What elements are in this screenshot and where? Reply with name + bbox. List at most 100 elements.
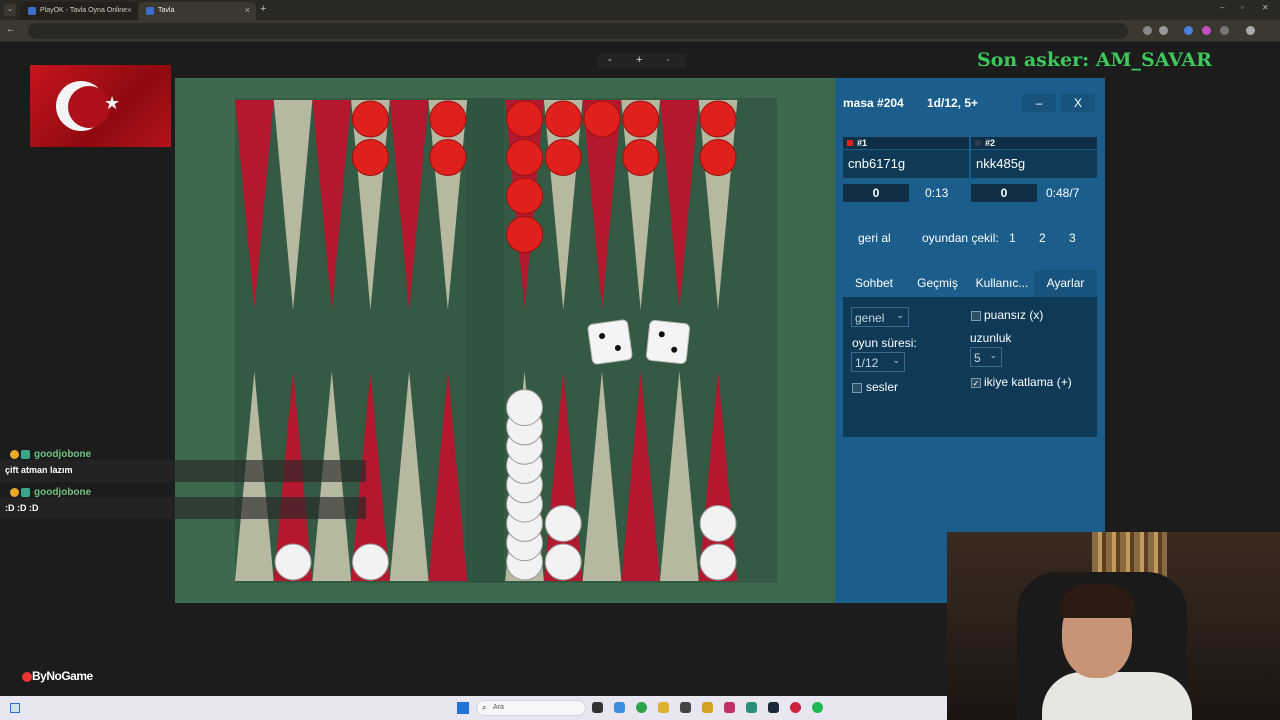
player2-seat: #2 (971, 137, 1097, 149)
taskbar-search[interactable]: ⌕ Ara (476, 700, 586, 716)
die-face (587, 319, 633, 365)
close-table-button[interactable]: X (1061, 94, 1095, 112)
red-checker[interactable] (429, 100, 467, 138)
steam-icon[interactable] (768, 702, 779, 713)
undo-button[interactable]: geri al (858, 231, 891, 245)
red-checker[interactable] (544, 139, 582, 176)
doubling-checkbox[interactable]: ✓ (971, 378, 981, 388)
white-checker[interactable] (699, 543, 737, 581)
sounds-label: sesler (866, 380, 899, 394)
windows-taskbar (0, 696, 947, 720)
red-checker[interactable] (506, 100, 544, 138)
resign-label: oyundan çekil: (922, 231, 999, 245)
die[interactable] (646, 320, 690, 364)
player1-score: 0 (843, 184, 909, 202)
windows-start-icon[interactable] (457, 702, 469, 714)
board-point-top[interactable] (273, 100, 313, 310)
red-checker[interactable] (506, 216, 544, 253)
taskbar-app-icon[interactable] (746, 702, 757, 713)
taskbar-app-icon[interactable] (702, 702, 713, 713)
task-view-icon[interactable] (10, 703, 20, 713)
white-checker[interactable] (506, 389, 544, 427)
tab-sohbet[interactable]: Sohbet (843, 270, 905, 297)
pointless-checkbox[interactable] (971, 311, 981, 321)
badge-icon (21, 488, 30, 497)
red-checker[interactable] (583, 100, 621, 138)
board-point-bottom[interactable] (428, 371, 468, 581)
red-checker[interactable] (699, 139, 737, 176)
game-time-label: oyun süresi: (852, 336, 917, 350)
badge-icon (21, 450, 30, 459)
badge-icon (10, 488, 19, 497)
room-select[interactable]: genel ⌄ (851, 307, 909, 327)
white-color-indicator-icon (975, 140, 981, 146)
file-explorer-icon[interactable] (658, 702, 669, 713)
red-checker[interactable] (622, 100, 660, 138)
white-checker[interactable] (699, 505, 737, 542)
chat-message: çift atman lazım (5, 465, 73, 475)
board-point-top[interactable] (235, 100, 274, 310)
resign-1-button[interactable]: 1 (1009, 231, 1016, 245)
player1-name[interactable]: cnb6171g (843, 150, 969, 178)
chevron-down-icon: ⌄ (896, 310, 904, 320)
red-checker[interactable] (351, 100, 389, 138)
red-color-indicator-icon (847, 140, 853, 146)
pointless-label: puansız (x) (984, 308, 1044, 322)
player2-name[interactable]: nkk485g (971, 150, 1097, 178)
chrome-icon[interactable] (636, 702, 647, 713)
taskbar-app-icon[interactable] (680, 702, 691, 713)
taskbar-app-icon[interactable] (614, 702, 625, 713)
webcam-feed (947, 532, 1280, 720)
red-checker[interactable] (622, 139, 660, 176)
chevron-down-icon: ⌄ (989, 350, 997, 360)
player2-timer: 0:48/7 (1046, 186, 1080, 200)
board-point-bottom[interactable] (621, 371, 660, 581)
player2-score: 0 (971, 184, 1037, 202)
chat-username: goodjobone (10, 449, 91, 460)
white-checker[interactable] (544, 543, 582, 581)
board-point-top[interactable] (312, 100, 352, 310)
length-label: uzunluk (970, 331, 1012, 345)
chat-message: :D :D :D (5, 503, 39, 513)
white-checker[interactable] (544, 505, 582, 542)
taskbar-app-icon[interactable] (592, 702, 603, 713)
doubling-label: ikiye katlama (+) (984, 375, 1072, 389)
sounds-checkbox[interactable] (852, 383, 862, 393)
chat-username: goodjobone (10, 487, 91, 498)
game-time-select[interactable]: 1/12 ⌄ (851, 352, 905, 372)
spotify-icon[interactable] (812, 702, 823, 713)
red-checker[interactable] (506, 139, 544, 176)
red-checker[interactable] (699, 100, 737, 138)
board-point-bottom[interactable] (582, 371, 622, 581)
table-title: masa #204 (843, 96, 904, 110)
tab-gecmis[interactable]: Geçmiş (905, 270, 970, 297)
white-checker[interactable] (274, 543, 312, 581)
taskbar-app-icon[interactable] (790, 702, 801, 713)
badge-icon (10, 450, 19, 459)
chat-message-row (0, 497, 366, 519)
tab-ayarlar[interactable]: Ayarlar (1034, 270, 1097, 297)
tab-kullanicilar[interactable]: Kullanıc... (970, 270, 1034, 297)
search-icon: ⌕ (482, 703, 487, 712)
board-point-bottom[interactable] (660, 371, 699, 581)
resign-2-button[interactable]: 2 (1039, 231, 1046, 245)
board-point-bottom[interactable] (389, 371, 429, 581)
player1-timer: 0:13 (925, 186, 949, 200)
red-checker[interactable] (506, 177, 544, 215)
minimize-panel-button[interactable]: – (1022, 94, 1056, 112)
board-point-top[interactable] (389, 100, 429, 310)
length-select[interactable]: 5 ⌄ (970, 347, 1002, 367)
die-face (646, 320, 690, 364)
red-checker[interactable] (544, 100, 582, 138)
taskbar-app-icon[interactable] (724, 702, 735, 713)
table-info: 1d/12, 5+ (927, 96, 979, 110)
white-checker[interactable] (351, 543, 389, 581)
bynogame-logo: ByNoGame (32, 669, 93, 683)
die[interactable] (587, 319, 633, 365)
red-checker[interactable] (351, 139, 389, 176)
red-checker[interactable] (429, 139, 467, 176)
resign-3-button[interactable]: 3 (1069, 231, 1076, 245)
chevron-down-icon: ⌄ (892, 355, 900, 365)
player1-seat: #1 (843, 137, 969, 149)
board-point-top[interactable] (660, 100, 699, 310)
